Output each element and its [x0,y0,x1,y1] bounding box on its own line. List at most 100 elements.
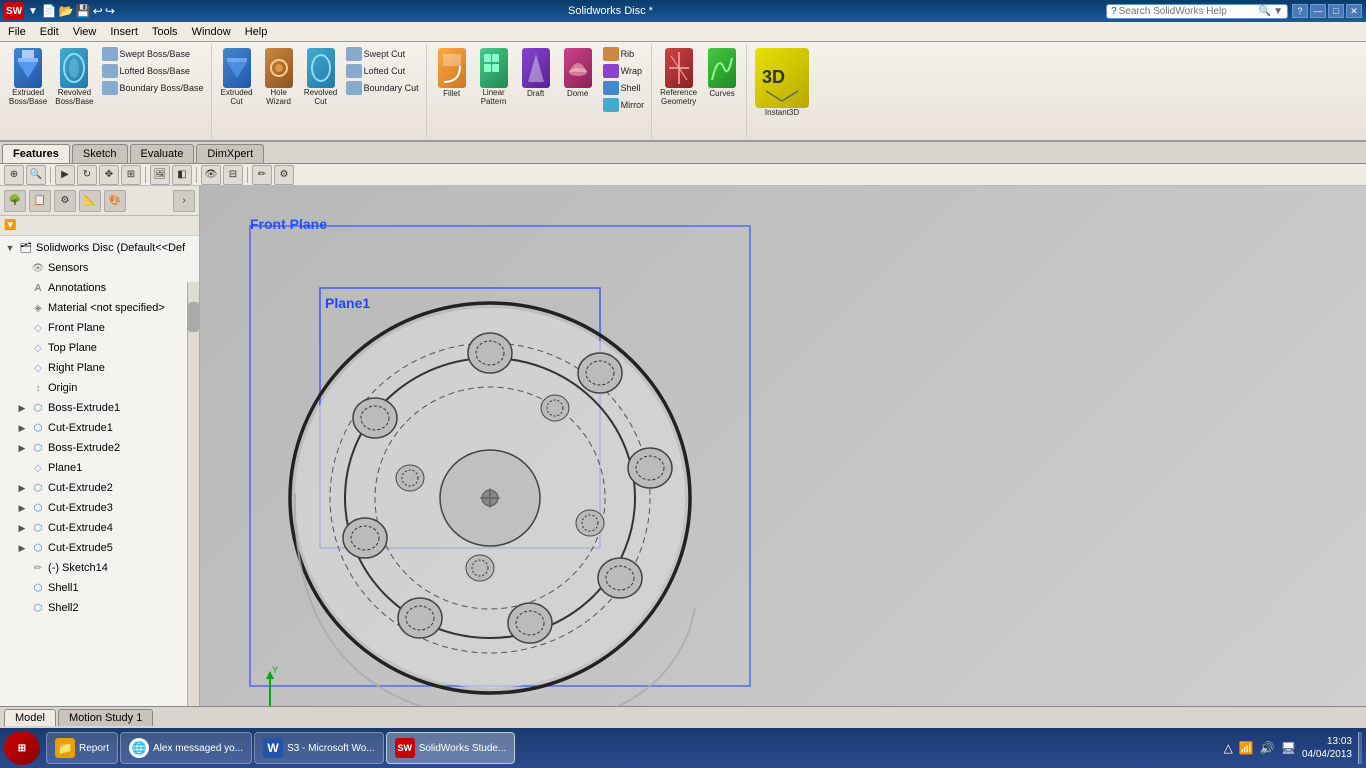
maximize-btn[interactable]: □ [1328,4,1344,18]
expand-icon[interactable]: › [173,190,195,212]
new-icon[interactable]: 📄 [42,4,57,18]
panel-more-btn[interactable]: › [173,190,195,212]
pan-btn[interactable]: ✥ [99,165,119,185]
display-manager-btn[interactable]: 🎨 [104,190,126,212]
help-btn[interactable]: ? [1292,4,1308,18]
taskbar-solidworks[interactable]: SW SolidWorks Stude... [386,732,516,764]
lofted-cut-btn[interactable]: Lofted Cut [343,63,422,79]
zoom-area-btn[interactable]: ⊞ [121,165,141,185]
feature-manager-btn[interactable]: 🌳 [4,190,26,212]
dome-btn[interactable]: Dome [558,46,598,136]
config-manager-btn[interactable]: ⚙ [54,190,76,212]
tree-root[interactable]: ▼ 🗂 Solidworks Disc (Default<<Def [0,238,199,258]
section-view-btn[interactable]: ⊟ [223,165,243,185]
network-icon[interactable]: 📶 [1239,741,1254,755]
hole-wizard-btn[interactable]: HoleWizard [259,46,299,136]
lofted-boss-base-btn[interactable]: Lofted Boss/Base [99,63,207,79]
menu-view[interactable]: View [67,25,103,39]
boss-extrude1-expand[interactable]: ▶ [16,402,28,414]
cut-extrude3-expand[interactable]: ▶ [16,502,28,514]
taskbar-word[interactable]: W S3 - Microsoft Wo... [254,732,384,764]
menu-file[interactable]: File [2,25,32,39]
close-btn[interactable]: ✕ [1346,4,1362,18]
bottom-tab-model[interactable]: Model [4,709,56,726]
revolved-cut-btn[interactable]: RevolvedCut [301,46,341,136]
fillet-btn[interactable]: Fillet [432,46,472,136]
viewport-content[interactable]: Front Plane Plane1 [200,186,1366,768]
tree-item-annotations[interactable]: A Annotations [0,278,199,298]
reference-geometry-btn[interactable]: ReferenceGeometry [657,46,700,136]
open-icon[interactable]: 📂 [59,4,74,18]
show-desktop-btn[interactable] [1358,732,1362,764]
tree-item-cut-extrude5[interactable]: ▶ ⬡ Cut-Extrude5 [0,538,199,558]
swept-boss-base-btn[interactable]: Swept Boss/Base [99,46,207,62]
tree-root-expand[interactable]: ▼ [4,242,16,254]
search-btn[interactable]: 🔍 [1259,6,1271,17]
tree-item-top-plane[interactable]: ◇ Top Plane [0,338,199,358]
search-dropdown-btn[interactable]: ▼ [1273,6,1283,17]
redo-icon[interactable]: ↪ [105,4,115,18]
tree-item-shell2[interactable]: ⬡ Shell2 [0,598,199,618]
menu-edit[interactable]: Edit [34,25,65,39]
tree-item-sensors[interactable]: 👁 Sensors [0,258,199,278]
tree-item-origin[interactable]: ↕ Origin [0,378,199,398]
menu-tools[interactable]: Tools [146,25,184,39]
tab-dimxpert[interactable]: DimXpert [196,144,264,163]
hide-show-btn[interactable]: 👁 [201,165,221,185]
taskbar-report[interactable]: 📁 Report [46,732,118,764]
tree-item-right-plane[interactable]: ◇ Right Plane [0,358,199,378]
tree-item-front-plane[interactable]: ◇ Front Plane [0,318,199,338]
zoom-in-btn[interactable]: 🔍 [26,165,46,185]
mirror-btn[interactable]: Mirror [600,97,648,113]
rib-btn[interactable]: Rib [600,46,648,62]
start-button[interactable]: ⊞ [4,731,40,765]
monitor-icon[interactable]: 🖥 [1281,741,1296,755]
save-icon[interactable]: 💾 [76,4,91,18]
volume-icon[interactable]: 🔊 [1260,741,1275,755]
menu-insert[interactable]: Insert [104,25,144,39]
zoom-fit-btn[interactable]: ⊕ [4,165,24,185]
wrap-btn[interactable]: Wrap [600,63,648,79]
rotate-btn[interactable]: ↻ [77,165,97,185]
minimize-btn[interactable]: — [1310,4,1326,18]
tree-item-sketch14[interactable]: ✏ (-) Sketch14 [0,558,199,578]
boundary-boss-base-btn[interactable]: Boundary Boss/Base [99,80,207,96]
property-manager-btn[interactable]: 📋 [29,190,51,212]
notify-icon[interactable]: △ [1224,741,1233,755]
search-input[interactable] [1119,6,1259,17]
cut-extrude5-expand[interactable]: ▶ [16,542,28,554]
tab-features[interactable]: Features [2,144,70,163]
viewport[interactable]: ⊕ ⊖ ▶ ↻ ✥ ⊞ 🖼 ◧ 👁 🌅 ⚙ ⊞ — | [200,186,1366,768]
tree-item-cut-extrude1[interactable]: ▶ ⬡ Cut-Extrude1 [0,418,199,438]
tree-scrollbar-thumb[interactable] [188,302,199,332]
instant3d-btn[interactable]: 3D Instant3D [752,46,812,119]
cut-extrude2-expand[interactable]: ▶ [16,482,28,494]
extruded-boss-base-btn[interactable]: ExtrudedBoss/Base [6,46,50,136]
taskbar-chrome[interactable]: 🌐 Alex messaged yo... [120,732,252,764]
tree-item-boss-extrude1[interactable]: ▶ ⬡ Boss-Extrude1 [0,398,199,418]
tree-item-shell1[interactable]: ⬡ Shell1 [0,578,199,598]
tree-item-material[interactable]: ◈ Material <not specified> [0,298,199,318]
view-orient-btn[interactable]: 🖼 [150,165,170,185]
cut-extrude4-expand[interactable]: ▶ [16,522,28,534]
menu-window[interactable]: Window [186,25,237,39]
extruded-cut-btn[interactable]: ExtrudedCut [217,46,257,136]
tab-sketch[interactable]: Sketch [72,144,128,163]
undo-icon[interactable]: ↩ [93,4,103,18]
tab-evaluate[interactable]: Evaluate [130,144,195,163]
tree-item-plane1[interactable]: ◇ Plane1 [0,458,199,478]
display-style-btn[interactable]: ◧ [172,165,192,185]
curves-btn[interactable]: Curves [702,46,742,136]
swept-cut-btn[interactable]: Swept Cut [343,46,422,62]
view-settings-btn[interactable]: ⚙ [274,165,294,185]
bottom-tab-motion-study[interactable]: Motion Study 1 [58,709,153,726]
shell-btn[interactable]: Shell [600,80,648,96]
tree-item-boss-extrude2[interactable]: ▶ ⬡ Boss-Extrude2 [0,438,199,458]
tree-item-cut-extrude2[interactable]: ▶ ⬡ Cut-Extrude2 [0,478,199,498]
selection-filter-btn[interactable]: ▶ [55,165,75,185]
title-menu-btn[interactable]: ▼ [28,6,38,17]
boundary-cut-btn[interactable]: Boundary Cut [343,80,422,96]
tree-item-cut-extrude3[interactable]: ▶ ⬡ Cut-Extrude3 [0,498,199,518]
rapid-sketch-btn[interactable]: ✏ [252,165,272,185]
revolved-boss-base-btn[interactable]: RevolvedBoss/Base [52,46,96,136]
